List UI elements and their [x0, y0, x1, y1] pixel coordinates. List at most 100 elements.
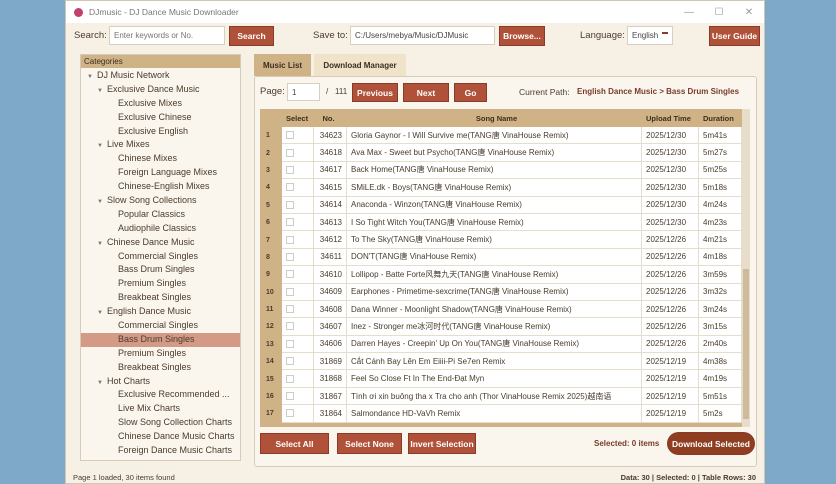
tree-item-label: Bass Drum Singles [118, 333, 195, 344]
row-number: 8 [266, 253, 270, 261]
header-song-name[interactable]: Song Name [347, 109, 642, 127]
table-row[interactable]: 16 31867 Tình ơi xin buông tha x Tra cho… [260, 387, 750, 406]
table-row[interactable]: 2 34618 Ava Max - Sweet but Psycho(TANG唐… [260, 144, 750, 162]
tree-item[interactable]: Chinese-English Mixes [81, 180, 240, 194]
tree-item-label: Premium Singles [118, 347, 187, 358]
header-upload-time[interactable]: Upload Time [642, 109, 699, 127]
minimize-button[interactable]: — [674, 1, 704, 23]
header-no[interactable]: No. [314, 109, 347, 127]
search-input[interactable] [109, 26, 225, 45]
tree-item[interactable]: Foreign Language Mixes [81, 166, 240, 180]
row-checkbox[interactable] [286, 183, 294, 192]
row-checkbox[interactable] [286, 305, 294, 314]
table-row[interactable]: 8 34611 DON'T(TANG唐 VinaHouse Remix) 202… [260, 248, 750, 267]
tree-item[interactable]: Exclusive Chinese [81, 111, 240, 125]
row-checkbox[interactable] [286, 148, 294, 157]
table-row[interactable]: 15 31868 Feel So Close Ft In The End-Đạt… [260, 370, 750, 388]
tree-item[interactable]: Popular Classics [81, 208, 240, 222]
close-button[interactable]: ✕ [734, 1, 764, 23]
row-checkbox[interactable] [286, 252, 294, 261]
go-button[interactable]: Go [454, 83, 487, 102]
row-number: 11 [266, 306, 274, 314]
table-row[interactable]: 11 34608 Dana Winner - Moonlight Shadow(… [260, 300, 750, 319]
select-all-button[interactable]: Select All [260, 433, 329, 454]
tree-item[interactable]: Slow Song Collection Charts [81, 416, 240, 430]
search-button[interactable]: Search [229, 26, 274, 46]
previous-button[interactable]: Previous [352, 83, 398, 102]
tree-item-label: Chinese-English Mixes [118, 181, 210, 192]
table-row[interactable]: 3 34617 Back Home(TANG唐 VinaHouse Remix)… [260, 161, 750, 180]
table-row[interactable]: 1 34623 Gloria Gaynor - I Will Survive m… [260, 127, 750, 145]
tree-item[interactable]: Exclusive Recommended ... [81, 388, 240, 402]
table-row[interactable]: 17 31864 Salmondance HD-VaVh Remix 2025/… [260, 405, 750, 423]
page-spinbox[interactable]: 1 [287, 83, 320, 101]
row-number: 5 [266, 201, 270, 209]
row-checkbox[interactable] [286, 131, 294, 140]
tree-item[interactable]: Live Mix Charts [81, 402, 240, 416]
table-row[interactable]: 5 34614 Anaconda - Winzon(TANG唐 VinaHous… [260, 196, 750, 214]
table-row[interactable]: 13 34606 Darren Hayes - Creepin' Up On Y… [260, 335, 750, 354]
browse-button[interactable]: Browse... [499, 26, 545, 46]
table-row[interactable]: 9 34610 Lollipop - Batte Forte风舞九天(TANG唐… [260, 266, 750, 284]
tree-item[interactable]: Breakbeat Singles [81, 361, 240, 375]
tree-item[interactable]: ▼ DJ Music Network [81, 69, 240, 83]
row-checkbox[interactable] [286, 287, 294, 296]
tree-item[interactable]: ▼ Exclusive Dance Music [81, 83, 240, 97]
tree-item[interactable]: ▼ Chinese Dance Music [81, 236, 240, 250]
table-row[interactable]: 4 34615 SMiLE.dk - Boys(TANG唐 VinaHouse … [260, 179, 750, 197]
header-duration[interactable]: Duration [699, 109, 742, 127]
table-row[interactable]: 14 31869 Cắt Cánh Bay Lên Em Eiiii-Pi Se… [260, 353, 750, 371]
next-button[interactable]: Next [403, 83, 449, 102]
language-select[interactable]: English [627, 26, 673, 45]
tree-item[interactable]: Chinese Dance Music Charts [81, 430, 240, 444]
tree-item[interactable]: Audiophile Classics [81, 222, 240, 236]
tree-item[interactable]: Commercial Singles [81, 319, 240, 333]
tree-item[interactable]: Exclusive English [81, 125, 240, 139]
tree-item[interactable]: Chinese Mixes [81, 152, 240, 166]
header-select[interactable]: Select [282, 109, 314, 127]
table-row[interactable]: 6 34613 I So Tight Witch You(TANG唐 VinaH… [260, 213, 750, 232]
tree-item[interactable]: Bass Drum Singles [81, 263, 240, 277]
row-checkbox[interactable] [286, 392, 294, 401]
select-cell [282, 300, 314, 319]
row-checkbox[interactable] [286, 235, 294, 244]
table-row[interactable]: 12 34607 Inez - Stronger me冰河时代(TANG唐 Vi… [260, 318, 750, 336]
row-checkbox[interactable] [286, 270, 294, 279]
table-row[interactable]: 10 34609 Earphones - Primetime-sexcrime(… [260, 283, 750, 301]
scrollbar-thumb[interactable] [743, 269, 749, 419]
tree-item[interactable]: Premium Singles [81, 347, 240, 361]
table-scrollbar[interactable] [742, 109, 750, 427]
tree-item[interactable]: ▼ Hot Charts [81, 375, 240, 389]
tree-item[interactable]: ▼ English Dance Music [81, 305, 240, 319]
row-checkbox[interactable] [286, 409, 294, 418]
tree-item-label: Bass Drum Singles [118, 264, 195, 275]
table-row[interactable]: 7 34612 To The Sky(TANG唐 VinaHouse Remix… [260, 231, 750, 249]
duration: 5m25s [699, 161, 742, 180]
tree-item[interactable]: ▼ Slow Song Collections [81, 194, 240, 208]
row-checkbox[interactable] [286, 200, 294, 209]
maximize-button[interactable]: ☐ [704, 1, 734, 23]
upload-time: 2025/12/26 [642, 248, 699, 267]
tab-download-manager[interactable]: Download Manager [314, 54, 406, 76]
tree-item[interactable]: ▼ Live Mixes [81, 138, 240, 152]
select-none-button[interactable]: Select None [337, 433, 402, 454]
tree-item-label: Chinese Mixes [118, 153, 178, 164]
tree-item[interactable]: Breakbeat Singles [81, 291, 240, 305]
user-guide-button[interactable]: User Guide [709, 26, 760, 46]
tree-item[interactable]: Bass Drum Singles [81, 332, 240, 347]
tab-music-list[interactable]: Music List [254, 54, 311, 76]
tree-item[interactable]: Exclusive Mixes [81, 97, 240, 111]
row-checkbox[interactable] [286, 218, 294, 227]
upload-time: 2025/12/26 [642, 300, 699, 319]
row-checkbox[interactable] [286, 374, 294, 383]
invert-selection-button[interactable]: Invert Selection [408, 433, 476, 454]
tree-item[interactable]: Premium Singles [81, 277, 240, 291]
tree-item[interactable]: Commercial Singles [81, 250, 240, 264]
row-checkbox[interactable] [286, 322, 294, 331]
row-checkbox[interactable] [286, 357, 294, 366]
row-checkbox[interactable] [286, 339, 294, 348]
download-selected-button[interactable]: Download Selected [667, 432, 755, 455]
row-checkbox[interactable] [286, 165, 294, 174]
save-path-input[interactable]: C:/Users/mebya/Music/DJMusic [350, 26, 495, 45]
tree-item[interactable]: Foreign Dance Music Charts [81, 444, 240, 458]
